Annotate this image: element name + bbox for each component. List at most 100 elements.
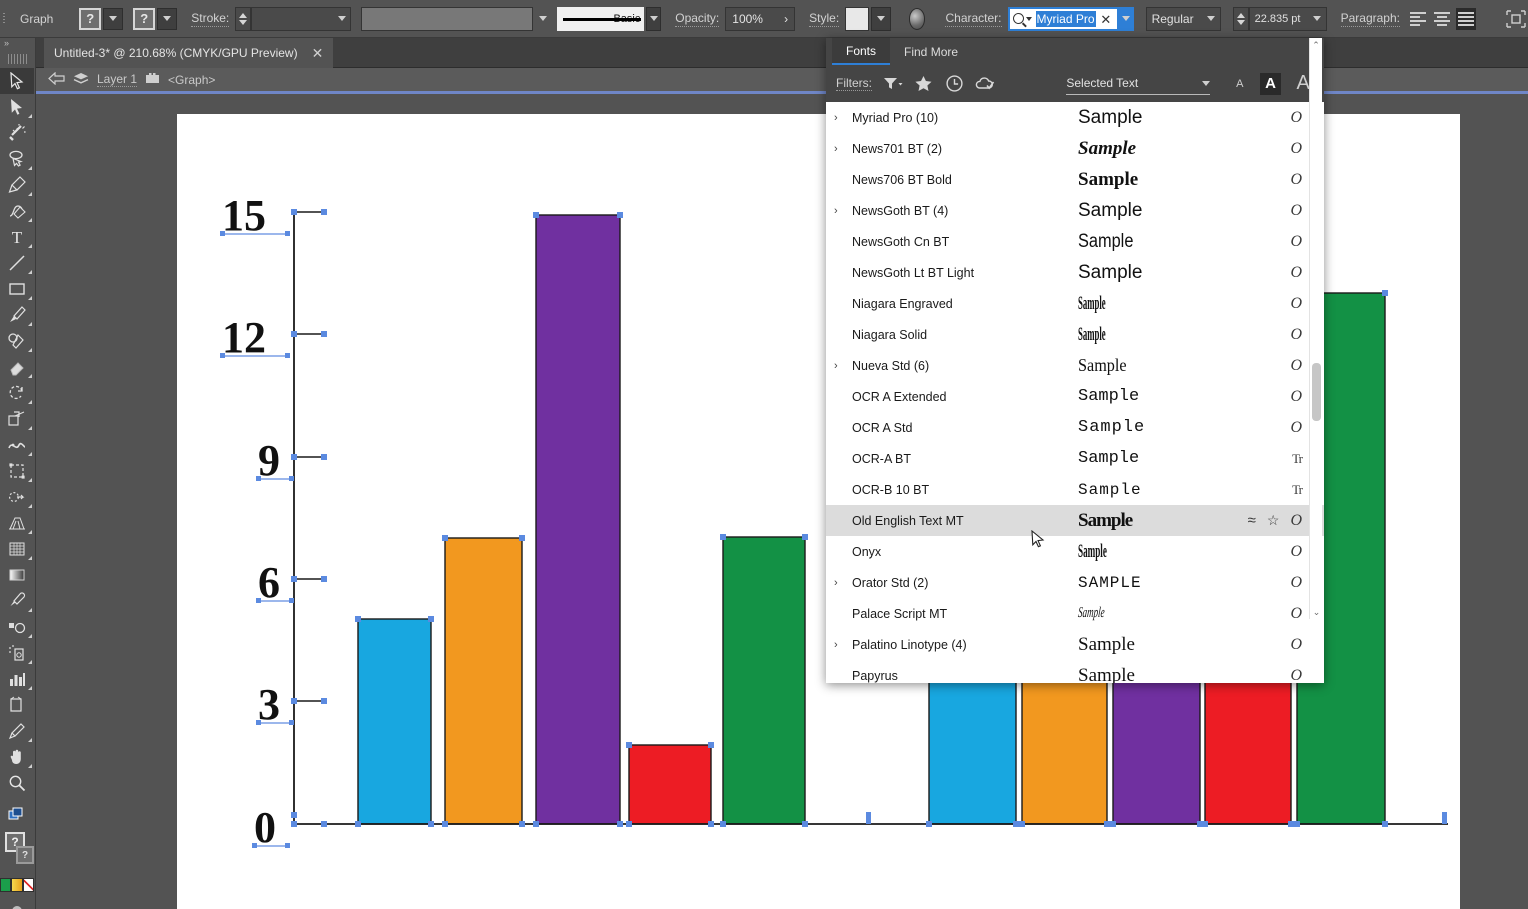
scroll-up-arrow[interactable]: ⌃ <box>1310 38 1322 52</box>
font-list-item[interactable]: News706 BT BoldSampleO <box>826 164 1324 195</box>
font-list-item[interactable]: Palace Script MTSampleO <box>826 598 1324 629</box>
tab-find-more[interactable]: Find More <box>890 38 972 65</box>
gradient-button[interactable] <box>11 878 22 892</box>
stroke-swatch[interactable]: ? <box>133 8 155 30</box>
width-tool[interactable] <box>0 432 34 458</box>
free-transform-tool[interactable] <box>0 458 34 484</box>
mesh-tool[interactable] <box>0 536 34 562</box>
stroke-weight-stepper[interactable] <box>235 7 251 31</box>
shaper-tool[interactable] <box>0 328 34 354</box>
font-size-stepper[interactable] <box>1233 7 1249 31</box>
font-list-item[interactable]: ›Palatino Linotype (4)SampleO <box>826 629 1324 660</box>
font-list-item[interactable]: OCR A StdSampleO <box>826 412 1324 443</box>
bar-2[interactable] <box>445 538 522 824</box>
font-list-item[interactable]: ›NewsGoth BT (4)SampleO <box>826 195 1324 226</box>
font-list-item[interactable]: Niagara EngravedSampleO <box>826 288 1324 319</box>
paragraph-label[interactable]: Paragraph: <box>1341 11 1400 27</box>
variable-width-profile-field[interactable] <box>361 7 533 31</box>
bar-1[interactable] <box>358 619 431 824</box>
brush-definition-dropdown[interactable] <box>646 7 661 31</box>
stroke-weight-field[interactable] <box>251 7 351 31</box>
symbol-sprayer-tool[interactable] <box>0 640 34 666</box>
fill-swatch-dropdown[interactable] <box>103 8 123 30</box>
font-list-item[interactable]: OnyxSampleO <box>826 536 1324 567</box>
control-bar-gripper[interactable] <box>0 0 10 38</box>
character-label[interactable]: Character: <box>945 11 1001 27</box>
stroke-color-swatch[interactable]: ? <box>16 846 34 864</box>
font-picker-panel[interactable]: Fonts Find More Filters: Selected Text A… <box>826 38 1324 683</box>
font-list-item[interactable]: ›News701 BT (2)SampleO <box>826 133 1324 164</box>
similar-fonts-icon[interactable]: ≈ <box>1248 512 1256 529</box>
none-button[interactable] <box>23 878 34 892</box>
scroll-down-arrow[interactable]: ⌄ <box>1310 605 1323 619</box>
hand-tool[interactable] <box>0 744 34 770</box>
chevron-right-icon[interactable]: › <box>834 360 852 372</box>
curvature-tool[interactable] <box>0 198 34 224</box>
chevron-down-icon[interactable] <box>1026 17 1032 21</box>
align-distribute-icon[interactable] <box>1504 8 1528 30</box>
breadcrumb-layer-label[interactable]: Layer 1 <box>97 72 137 87</box>
font-list-item[interactable]: Old English Text MTSample≈☆O <box>826 505 1324 536</box>
paintbrush-tool[interactable] <box>0 302 34 328</box>
document-tab[interactable]: Untitled-3* @ 210.68% (CMYK/GPU Preview)… <box>44 38 333 68</box>
slice-tool[interactable] <box>0 718 34 744</box>
font-list-item[interactable]: NewsGoth Lt BT LightSampleO <box>826 257 1324 288</box>
chevron-right-icon[interactable]: › <box>834 112 852 124</box>
bar-4[interactable] <box>629 745 711 824</box>
chevron-down-icon[interactable] <box>539 16 547 21</box>
clock-recent-icon[interactable] <box>945 74 965 94</box>
align-center-button[interactable] <box>1432 8 1452 30</box>
cloud-activate-icon[interactable] <box>975 74 995 94</box>
font-size-select[interactable]: 22.835 pt <box>1249 7 1327 31</box>
line-segment-tool[interactable] <box>0 250 34 276</box>
opacity-field[interactable]: 100% › <box>725 7 795 31</box>
tools-collapse-toggle[interactable]: » <box>0 38 35 54</box>
filter-funnel-icon[interactable] <box>883 74 903 94</box>
chevron-right-icon[interactable]: › <box>834 143 852 155</box>
selection-tool[interactable] <box>0 68 34 94</box>
scrollbar-thumb[interactable] <box>1312 363 1321 421</box>
font-list-item[interactable]: PapyrusSampleO <box>826 660 1324 683</box>
eraser-tool[interactable] <box>0 354 34 380</box>
blend-tool[interactable] <box>0 614 34 640</box>
chevron-right-icon[interactable]: › <box>834 577 852 589</box>
type-tool[interactable]: T <box>0 224 34 250</box>
color-button[interactable] <box>0 878 11 892</box>
eyedropper-tool[interactable] <box>0 588 34 614</box>
back-arrow-icon[interactable] <box>48 72 65 88</box>
font-list-item[interactable]: ›Orator Std (2)SampleO <box>826 567 1324 598</box>
font-list-item[interactable]: Niagara SolidSampleO <box>826 319 1324 350</box>
font-family-search-input[interactable]: Myriad Pro ✕ <box>1008 7 1120 31</box>
close-icon[interactable]: ✕ <box>312 45 324 62</box>
graphic-style-dropdown[interactable] <box>871 7 891 31</box>
pen-tool[interactable] <box>0 172 34 198</box>
tools-panel-gripper[interactable] <box>8 54 27 64</box>
fill-stroke-swatches[interactable]: ? ? <box>0 830 34 874</box>
chevron-right-icon[interactable]: › <box>834 639 852 651</box>
artboard-tool[interactable] <box>0 692 34 718</box>
font-scope-dropdown[interactable]: Selected Text <box>1066 73 1210 95</box>
align-justify-button[interactable] <box>1456 8 1476 30</box>
change-screen-mode-button[interactable] <box>0 802 34 828</box>
rotate-tool[interactable] <box>0 380 34 406</box>
font-list-item[interactable]: ›Nueva Std (6)SampleO <box>826 350 1324 381</box>
font-list-item[interactable]: NewsGoth Cn BTSampleO <box>826 226 1324 257</box>
zoom-tool[interactable] <box>0 770 34 796</box>
clear-search-icon[interactable]: ✕ <box>1100 12 1111 28</box>
font-list-item[interactable]: ›Myriad Pro (10)SampleO <box>826 102 1324 133</box>
color-mode-buttons[interactable] <box>0 878 34 892</box>
style-label[interactable]: Style: <box>809 11 839 27</box>
favorite-star-icon[interactable]: ☆ <box>1267 512 1280 529</box>
font-style-select[interactable]: Regular <box>1146 7 1221 31</box>
graphic-style-swatch[interactable] <box>845 7 869 31</box>
draw-mode-button[interactable] <box>0 898 34 909</box>
medium-A-icon[interactable]: A <box>1260 73 1282 95</box>
star-favorites-icon[interactable] <box>914 74 934 94</box>
font-list-scrollbar[interactable]: ⌃ ⌄ <box>1309 38 1322 619</box>
lasso-tool[interactable] <box>0 146 34 172</box>
small-A-icon[interactable]: A <box>1231 74 1249 94</box>
stroke-swatch-dropdown[interactable] <box>157 8 177 30</box>
stroke-label[interactable]: Stroke: <box>191 11 229 27</box>
rectangle-tool[interactable] <box>0 276 34 302</box>
chevron-right-icon[interactable]: › <box>834 205 852 217</box>
